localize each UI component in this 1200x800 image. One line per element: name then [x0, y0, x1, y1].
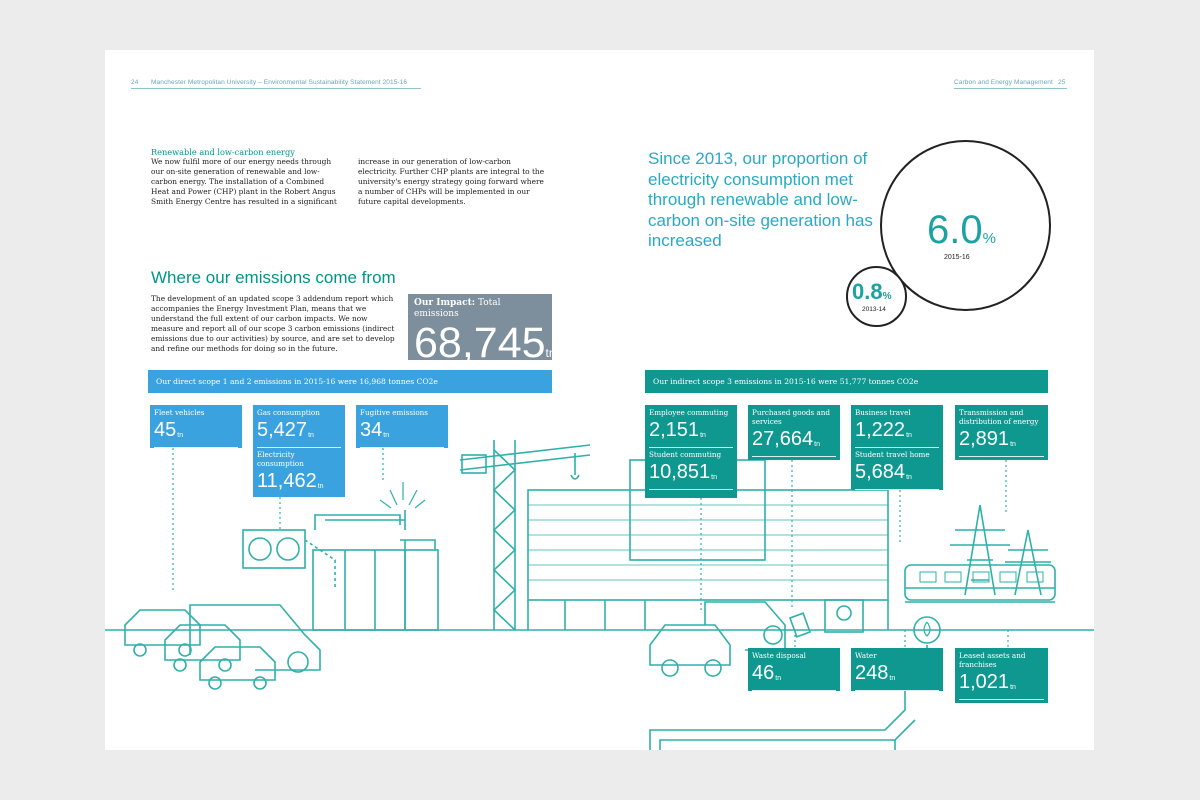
campus-illustration: [105, 440, 1094, 750]
business-value: 1,222tn: [855, 419, 939, 448]
fleet-vehicles-card: Fleet vehicles 45tn: [150, 405, 242, 448]
studenthome-label: Student travel home: [855, 450, 930, 459]
leased-assets-card: Leased assets and franchises 1,021tn: [955, 648, 1048, 703]
studenthome-value: 5,684tn: [855, 461, 939, 490]
gas-value: 5,427tn: [257, 419, 341, 448]
employee-label: Employee commuting: [649, 408, 729, 417]
transmission-label: Transmission and distribution of energy: [959, 408, 1039, 426]
transmission-card: Transmission and distribution of energy …: [955, 405, 1048, 460]
water-card: Water 248tn: [851, 648, 943, 691]
business-travel-card: Business travel 1,222tn Student travel h…: [851, 405, 943, 490]
commuting-card: Employee commuting 2,151tn Student commu…: [645, 405, 737, 498]
employee-value: 2,151tn: [649, 419, 733, 448]
report-spread: 24 Manchester Metropolitan University – …: [105, 50, 1094, 750]
water-label: Water: [855, 651, 877, 660]
electricity-value: 11,462tn: [257, 470, 341, 497]
fugitive-value: 34tn: [360, 419, 444, 448]
purchased-goods-card: Purchased goods and services 27,664tn: [748, 405, 840, 460]
purchased-value: 27,664tn: [752, 428, 836, 457]
gas-electricity-card: Gas consumption 5,427tn Electricity cons…: [253, 405, 345, 497]
waste-value: 46tn: [752, 662, 836, 691]
fleet-value: 45tn: [154, 419, 238, 448]
transmission-value: 2,891tn: [959, 428, 1044, 457]
leased-value: 1,021tn: [959, 671, 1044, 700]
student-value: 10,851tn: [649, 461, 733, 490]
electricity-label: Electricity consumption: [257, 450, 304, 468]
gas-label: Gas consumption: [257, 408, 320, 417]
student-label: Student commuting: [649, 450, 722, 459]
fugitive-emissions-card: Fugitive emissions 34tn: [356, 405, 448, 448]
fugitive-label: Fugitive emissions: [360, 408, 428, 417]
waste-disposal-card: Waste disposal 46tn: [748, 648, 840, 691]
fleet-label: Fleet vehicles: [154, 408, 205, 417]
business-label: Business travel: [855, 408, 911, 417]
leased-label: Leased assets and franchises: [959, 651, 1026, 669]
purchased-label: Purchased goods and services: [752, 408, 831, 426]
water-value: 248tn: [855, 662, 939, 691]
waste-label: Waste disposal: [752, 651, 806, 660]
